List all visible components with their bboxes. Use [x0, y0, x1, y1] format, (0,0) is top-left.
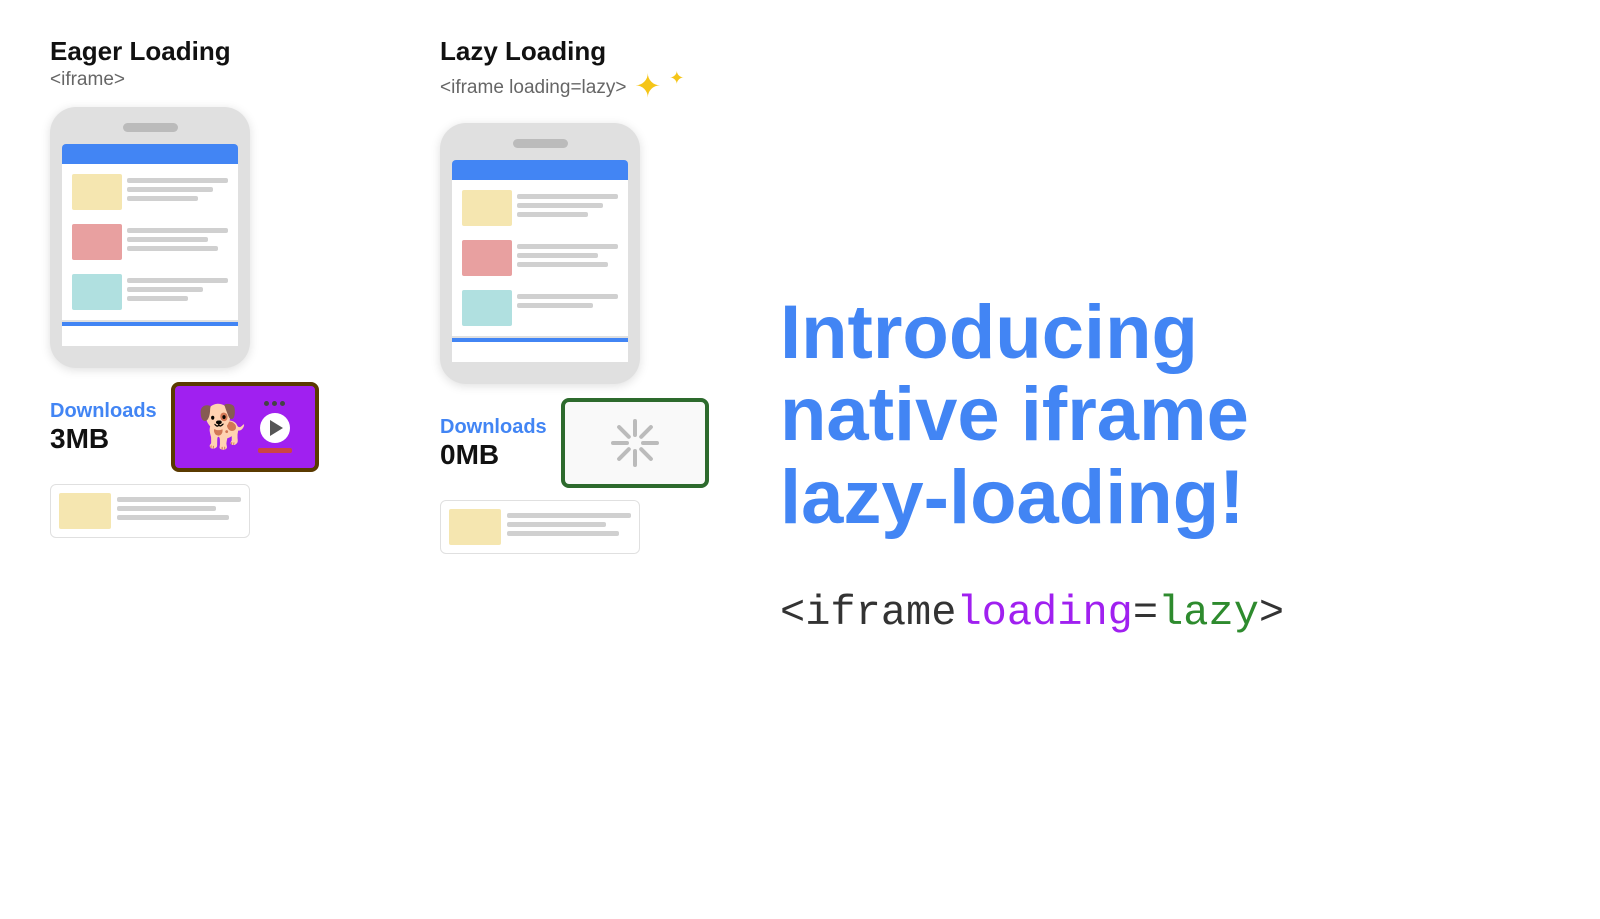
- intro-heading: Introducing native iframe lazy-loading!: [780, 292, 1550, 538]
- eager-downloads-row: Downloads 3MB 🐕: [50, 382, 390, 472]
- lazy-loading-column: Lazy Loading <iframe loading=lazy> ✦ ✦: [440, 36, 700, 883]
- lazy-bottom-card: [440, 500, 640, 554]
- lazy-downloads-text: Downloads 0MB: [440, 416, 547, 471]
- lazy-subtitle: <iframe loading=lazy> ✦ ✦: [440, 69, 684, 107]
- lazy-phone: [440, 123, 640, 384]
- code-snippet: <iframe loading = lazy >: [780, 589, 1550, 637]
- lazy-phone-notch: [513, 139, 568, 148]
- intro-line1: Introducing: [780, 292, 1550, 374]
- sparkle-small-icon: ✦: [669, 68, 684, 89]
- phone-card-1: [68, 170, 232, 214]
- lazy-downloads-size: 0MB: [440, 439, 547, 471]
- lazy-phone-card-2: [458, 236, 622, 280]
- intro-line2: native iframe: [780, 374, 1550, 456]
- intro-line3: lazy-loading!: [780, 457, 1550, 539]
- eager-iframe-thumbnail: 🐕: [171, 382, 319, 472]
- lazy-downloads-label: Downloads: [440, 416, 547, 439]
- eager-downloads-text: Downloads 3MB: [50, 400, 157, 455]
- eager-subtitle: <iframe>: [50, 69, 231, 91]
- code-value: lazy: [1158, 589, 1259, 637]
- eager-downloads-label: Downloads: [50, 400, 157, 423]
- code-close-bracket: >: [1259, 589, 1284, 637]
- video-controls: [258, 401, 292, 453]
- phone-card-3: [68, 270, 232, 314]
- eager-bottom-card: [50, 484, 250, 538]
- code-equals: =: [1133, 589, 1158, 637]
- phone-card-2: [68, 220, 232, 264]
- lazy-phone-card-3: [458, 286, 622, 330]
- phone-notch: [123, 123, 178, 132]
- code-attr: loading: [956, 589, 1132, 637]
- eager-title: Eager Loading: [50, 36, 231, 67]
- right-section: Introducing native iframe lazy-loading! …: [700, 36, 1550, 883]
- eager-loading-column: Eager Loading <iframe>: [50, 36, 310, 883]
- lazy-title: Lazy Loading: [440, 36, 684, 67]
- eager-phone: [50, 107, 250, 368]
- sparkle-icon: ✦: [634, 67, 661, 105]
- lazy-phone-card-1: [458, 186, 622, 230]
- phone-content-area: [62, 164, 238, 320]
- lazy-downloads-row: Downloads 0MB: [440, 398, 709, 488]
- phone-screen-top: [62, 144, 238, 164]
- lazy-subtitle-text: <iframe loading=lazy>: [440, 77, 626, 99]
- code-open-bracket: <iframe: [780, 589, 956, 637]
- loading-spinner-icon: [605, 413, 665, 473]
- dog-icon: 🐕: [198, 403, 250, 452]
- eager-downloads-size: 3MB: [50, 423, 157, 455]
- lazy-iframe-placeholder: [561, 398, 709, 488]
